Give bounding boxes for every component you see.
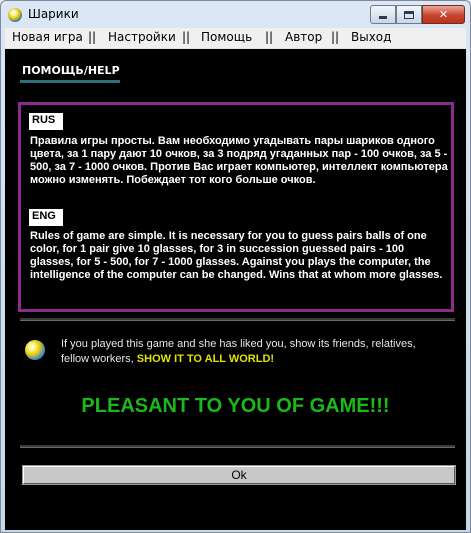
menu-new-game[interactable]: Новая игра <box>12 30 83 44</box>
menu-exit[interactable]: Выход <box>351 30 391 44</box>
close-button[interactable]: ✕ <box>422 5 465 24</box>
help-tab-label: ПОМОЩЬ/HELP <box>22 64 120 77</box>
ok-button[interactable]: Ok <box>22 465 456 485</box>
close-icon: ✕ <box>438 8 449 21</box>
minimize-button[interactable] <box>370 5 396 24</box>
menu-separator: || <box>88 30 97 44</box>
help-tab-underline <box>20 80 120 83</box>
maximize-button[interactable] <box>396 5 422 24</box>
help-panel: ПОМОЩЬ/HELP RUS Правила игры просты. Вам… <box>5 49 466 530</box>
menu-bar: Новая игра || Настройки || Помощь || Авт… <box>5 28 466 48</box>
ball-icon <box>25 340 45 360</box>
rules-text-english: Rules of game are simple. It is necessar… <box>30 230 443 281</box>
menu-separator: || <box>182 30 191 44</box>
divider <box>20 318 455 321</box>
maximize-icon <box>404 10 414 19</box>
share-message: If you played this game and she has like… <box>61 337 441 367</box>
menu-separator: || <box>331 30 340 44</box>
balls-app-icon <box>8 8 22 22</box>
title-bar[interactable]: Шарики ✕ <box>1 1 470 28</box>
divider <box>20 445 455 448</box>
app-window: Шарики ✕ Новая игра || Настройки || Помо… <box>0 0 471 533</box>
eng-tag: ENG <box>29 209 63 226</box>
menu-settings[interactable]: Настройки <box>108 30 176 44</box>
rules-text-russian: Правила игры просты. Вам необходимо угад… <box>30 135 448 186</box>
slogan-text: PLEASANT TO YOU OF GAME!!! <box>81 395 390 417</box>
menu-help[interactable]: Помощь <box>201 30 252 44</box>
rus-tag: RUS <box>29 113 63 130</box>
window-title: Шарики <box>28 7 79 21</box>
menu-author[interactable]: Автор <box>285 30 322 44</box>
minimize-icon <box>379 16 387 19</box>
share-link[interactable]: SHOW IT TO ALL WORLD! <box>137 353 274 365</box>
menu-separator: || <box>265 30 274 44</box>
rules-box: RUS Правила игры просты. Вам необходимо … <box>18 102 454 312</box>
